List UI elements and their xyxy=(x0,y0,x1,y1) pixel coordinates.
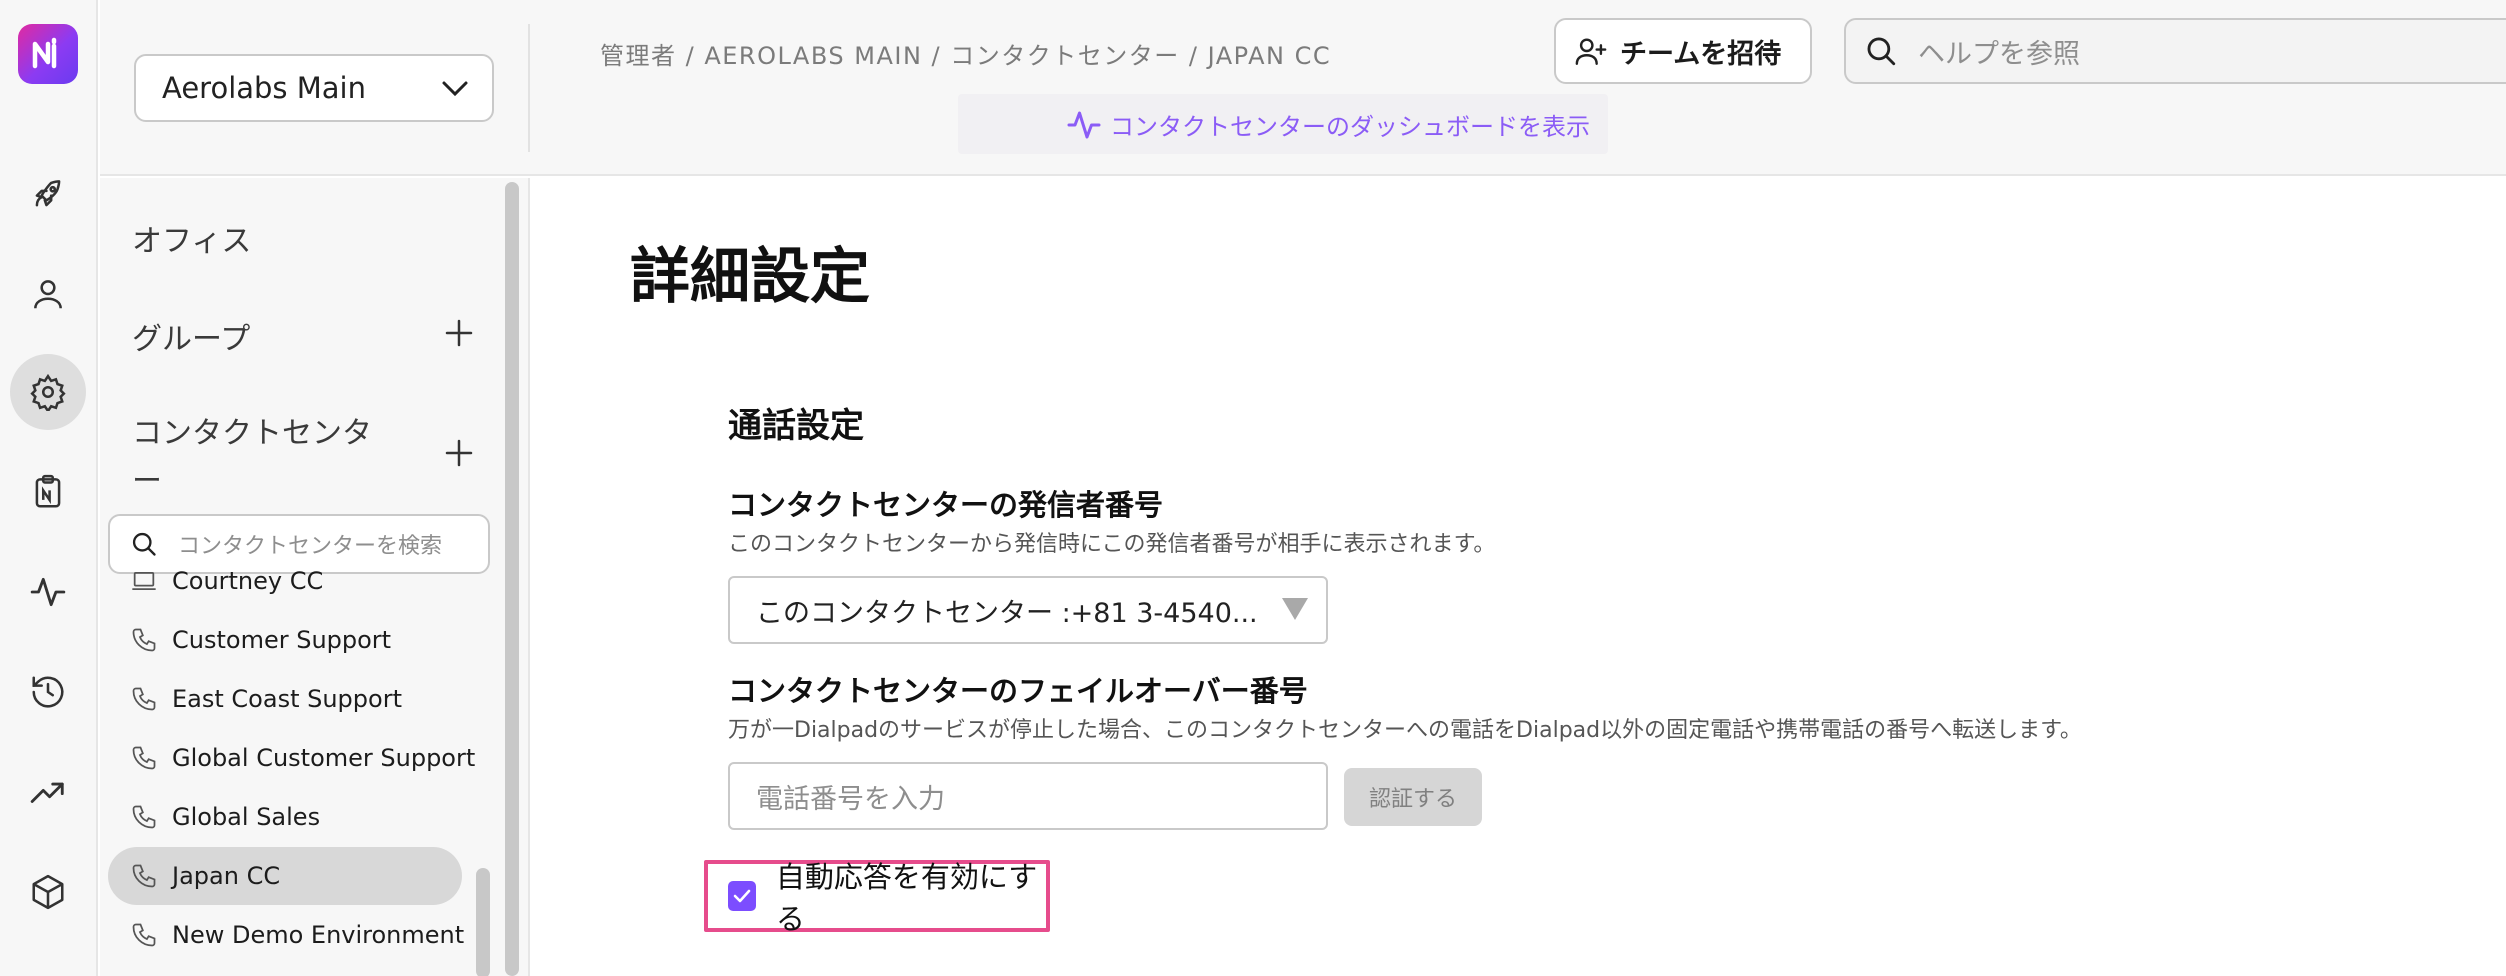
trending-icon[interactable] xyxy=(10,754,86,830)
breadcrumb: 管理者 / AEROLABS MAIN / コンタクトセンター / JAPAN … xyxy=(600,42,1332,70)
clipboard-icon[interactable] xyxy=(10,454,86,530)
list-item[interactable]: New Demo Environment xyxy=(108,906,465,964)
auto-answer-highlight: 自動応答を有効にする xyxy=(704,860,1050,936)
list-item[interactable]: Courtney CC xyxy=(108,552,462,610)
app-rail xyxy=(0,0,98,976)
sidebar-item-contact-centers[interactable]: コンタクトセンター xyxy=(132,410,382,506)
list-item-label: Global Customer Support xyxy=(172,744,476,772)
phone-icon xyxy=(132,628,156,652)
list-item[interactable]: East Coast Support xyxy=(108,670,462,728)
list-item[interactable]: Global Customer Support xyxy=(108,729,475,787)
user-icon[interactable] xyxy=(10,256,86,332)
list-item-label: Japan CC xyxy=(172,862,281,890)
verify-button[interactable]: 認証する xyxy=(1344,768,1482,826)
caller-id-label: コンタクトセンターの発信者番号 xyxy=(728,488,1164,522)
dashboard-link[interactable]: コンタクトセンターのダッシュボードを表示 xyxy=(958,94,1608,154)
caller-id-value: このコンタクトセンター :+81 3-4540... xyxy=(756,597,1258,629)
settings-sidebar: オフィス グループ コンタクトセンター コンタクトセンターを検索 Courtne… xyxy=(100,178,530,976)
list-scrollbar[interactable] xyxy=(476,868,490,976)
caller-id-description: このコンタクトセンターから発信時にこの発信者番号が相手に表示されます。 xyxy=(728,532,1496,557)
list-item[interactable]: Global Sales xyxy=(108,788,462,846)
user-plus-icon xyxy=(1575,38,1607,65)
help-search-placeholder: ヘルプを参照 xyxy=(1918,38,2080,70)
list-item-label: Global Sales xyxy=(172,803,321,831)
invite-team-button[interactable]: チームを招待 xyxy=(1554,18,1812,84)
chevron-down-icon xyxy=(442,81,468,97)
search-icon xyxy=(1867,37,1896,66)
activity-icon xyxy=(1067,111,1101,139)
checkmark-icon xyxy=(733,889,751,903)
failover-phone-placeholder: 電話番号を入力 xyxy=(756,783,945,815)
auto-answer-label[interactable]: 自動応答を有効にする xyxy=(776,854,1046,938)
page-title: 詳細設定 xyxy=(630,242,870,312)
list-item-label: New Demo Environment xyxy=(172,921,465,949)
laptop-icon xyxy=(132,571,156,591)
failover-phone-input[interactable]: 電話番号を入力 xyxy=(728,762,1328,830)
rocket-icon[interactable] xyxy=(10,156,86,232)
top-header: Aerolabs Main 管理者 / AEROLABS MAIN / コンタク… xyxy=(100,0,2506,176)
header-divider xyxy=(528,24,530,152)
sidebar-scrollbar[interactable] xyxy=(505,182,519,976)
dropdown-caret-icon xyxy=(1282,598,1308,620)
phone-icon xyxy=(132,864,156,888)
cube-icon[interactable] xyxy=(10,854,86,930)
section-title: 通話設定 xyxy=(728,406,864,446)
failover-description: 万が一Dialpadのサービスが停止した場合、このコンタクトセンターへの電話をD… xyxy=(728,718,2082,743)
office-select[interactable]: Aerolabs Main xyxy=(134,54,494,122)
list-item-label: Courtney CC xyxy=(172,567,324,595)
invite-team-label: チームを招待 xyxy=(1620,38,1782,70)
history-icon[interactable] xyxy=(10,654,86,730)
failover-label: コンタクトセンターのフェイルオーバー番号 xyxy=(728,674,1308,708)
phone-icon xyxy=(132,805,156,829)
list-item[interactable]: Customer Support xyxy=(108,611,462,669)
main-content: 詳細設定 通話設定 コンタクトセンターの発信者番号 このコンタクトセンターから発… xyxy=(532,178,2506,976)
dashboard-link-label: コンタクトセンターのダッシュボードを表示 xyxy=(1110,112,1590,141)
dialpad-logo-icon[interactable] xyxy=(18,24,78,84)
phone-icon xyxy=(132,687,156,711)
gear-icon[interactable] xyxy=(10,354,86,430)
list-item-label: East Coast Support xyxy=(172,685,402,713)
auto-answer-checkbox[interactable] xyxy=(728,881,756,911)
help-search-input[interactable]: ヘルプを参照 xyxy=(1844,18,2506,84)
sidebar-item-offices[interactable]: オフィス xyxy=(132,216,251,260)
caller-id-select[interactable]: このコンタクトセンター :+81 3-4540... xyxy=(728,576,1328,644)
activity-icon[interactable] xyxy=(10,554,86,630)
add-group-plus-icon[interactable] xyxy=(444,318,474,348)
phone-icon xyxy=(132,746,156,770)
add-contact-center-plus-icon[interactable] xyxy=(444,438,474,468)
office-select-value: Aerolabs Main xyxy=(162,71,366,105)
phone-icon xyxy=(132,923,156,947)
list-item-label: Customer Support xyxy=(172,626,392,654)
list-item-selected[interactable]: Japan CC xyxy=(108,847,462,905)
sidebar-item-groups[interactable]: グループ xyxy=(132,314,250,358)
